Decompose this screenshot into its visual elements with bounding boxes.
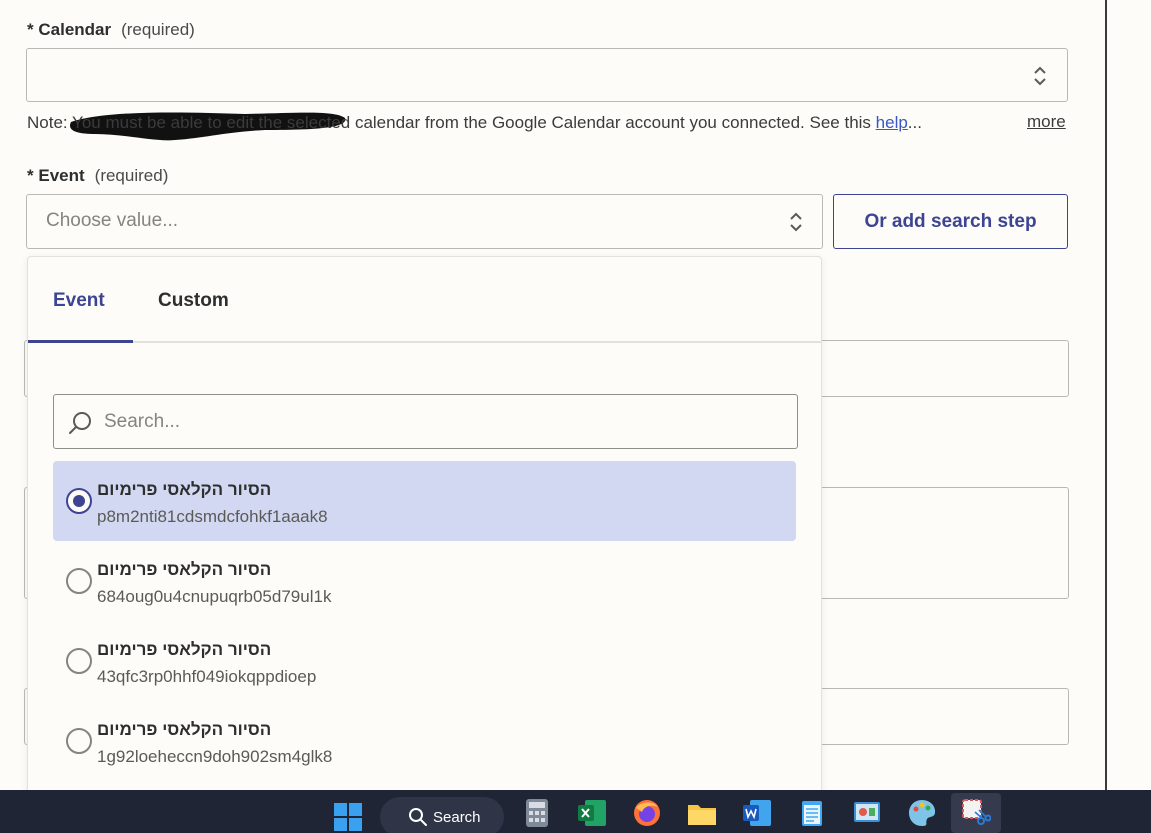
option-title: הסיור הקלאסי פרימיום	[97, 720, 272, 739]
control-panel-icon[interactable]	[852, 798, 882, 828]
search-icon	[69, 412, 91, 434]
active-tab-indicator	[28, 340, 133, 343]
note-ellipsis: ...	[907, 113, 922, 132]
event-placeholder: Choose value...	[46, 210, 179, 231]
option-item[interactable]: הסיור הקלאסי פרימיום 684oug0u4cnupuqrb05…	[53, 541, 796, 621]
search-input[interactable]	[104, 405, 784, 439]
event-label: * Event (required)	[27, 166, 168, 186]
option-id: p8m2nti81cdsmdcfohkf1aaak8	[97, 507, 328, 526]
windows-start-icon[interactable]	[333, 802, 363, 832]
add-search-step-button[interactable]: Or add search step	[833, 194, 1068, 249]
excel-icon[interactable]	[577, 798, 607, 828]
option-title: הסיור הקלאסי פרימיום	[97, 560, 272, 579]
file-explorer-icon[interactable]	[687, 798, 717, 828]
tab-event[interactable]: Event	[53, 290, 105, 312]
chevron-updown-icon	[1034, 66, 1046, 86]
option-title: הסיור הקלאסי פרימיום	[97, 640, 272, 659]
notepad-icon[interactable]	[797, 798, 827, 828]
calculator-icon[interactable]	[522, 798, 552, 828]
option-title: הסיור הקלאסי פרימיום	[97, 480, 272, 499]
search-icon	[409, 808, 427, 826]
option-item[interactable]: הסיור הקלאסי פרימיום 43qfc3rp0hhf049iokq…	[53, 621, 796, 701]
event-select[interactable]: Choose value...	[26, 194, 823, 249]
taskbar-search[interactable]: Search	[380, 797, 504, 833]
option-item[interactable]: הסיור הקלאסי פרימיום 1g92loeheccn9doh902…	[53, 701, 796, 781]
option-id: 684oug0u4cnupuqrb05d79ul1k	[97, 587, 332, 606]
snipping-tool-icon[interactable]	[961, 798, 991, 828]
taskbar-search-label: Search	[433, 809, 481, 826]
chevron-updown-icon	[790, 212, 802, 232]
firefox-icon[interactable]	[632, 798, 662, 828]
required-asterisk: *	[27, 166, 34, 185]
option-id: 1g92loeheccn9doh902sm4glk8	[97, 747, 333, 766]
calendar-label: * Calendar (required)	[27, 20, 195, 40]
calendar-select[interactable]	[26, 48, 1068, 141]
required-asterisk: *	[27, 20, 34, 39]
calendar-note: Note: You must be able to edit the selec…	[27, 113, 922, 133]
help-link[interactable]: help	[876, 113, 908, 132]
dropdown-search[interactable]	[53, 394, 798, 449]
event-required-hint: (required)	[94, 166, 169, 185]
event-label-text: Event	[38, 166, 85, 185]
more-link[interactable]: more	[1027, 112, 1066, 132]
word-icon[interactable]	[742, 798, 772, 828]
option-id: 43qfc3rp0hhf049iokqppdioep	[97, 667, 317, 686]
radio-button[interactable]	[66, 568, 92, 594]
taskbar: Search	[0, 790, 1151, 833]
event-dropdown: Event Custom הסיור הקלאסי פרימיום p8m2nt…	[27, 256, 822, 796]
tab-divider	[28, 341, 821, 343]
right-margin	[1107, 0, 1151, 790]
radio-button[interactable]	[66, 648, 92, 674]
paint-icon[interactable]	[907, 798, 937, 828]
radio-button[interactable]	[66, 728, 92, 754]
panel-border	[1105, 0, 1107, 790]
note-text: Note: You must be able to edit the selec…	[27, 113, 876, 132]
calendar-label-text: Calendar	[38, 20, 112, 39]
calendar-required-hint: (required)	[121, 20, 195, 39]
radio-button[interactable]	[66, 488, 92, 514]
tab-custom[interactable]: Custom	[158, 290, 229, 312]
option-item[interactable]: הסיור הקלאסי פרימיום p8m2nti81cdsmdcfohk…	[53, 461, 796, 541]
